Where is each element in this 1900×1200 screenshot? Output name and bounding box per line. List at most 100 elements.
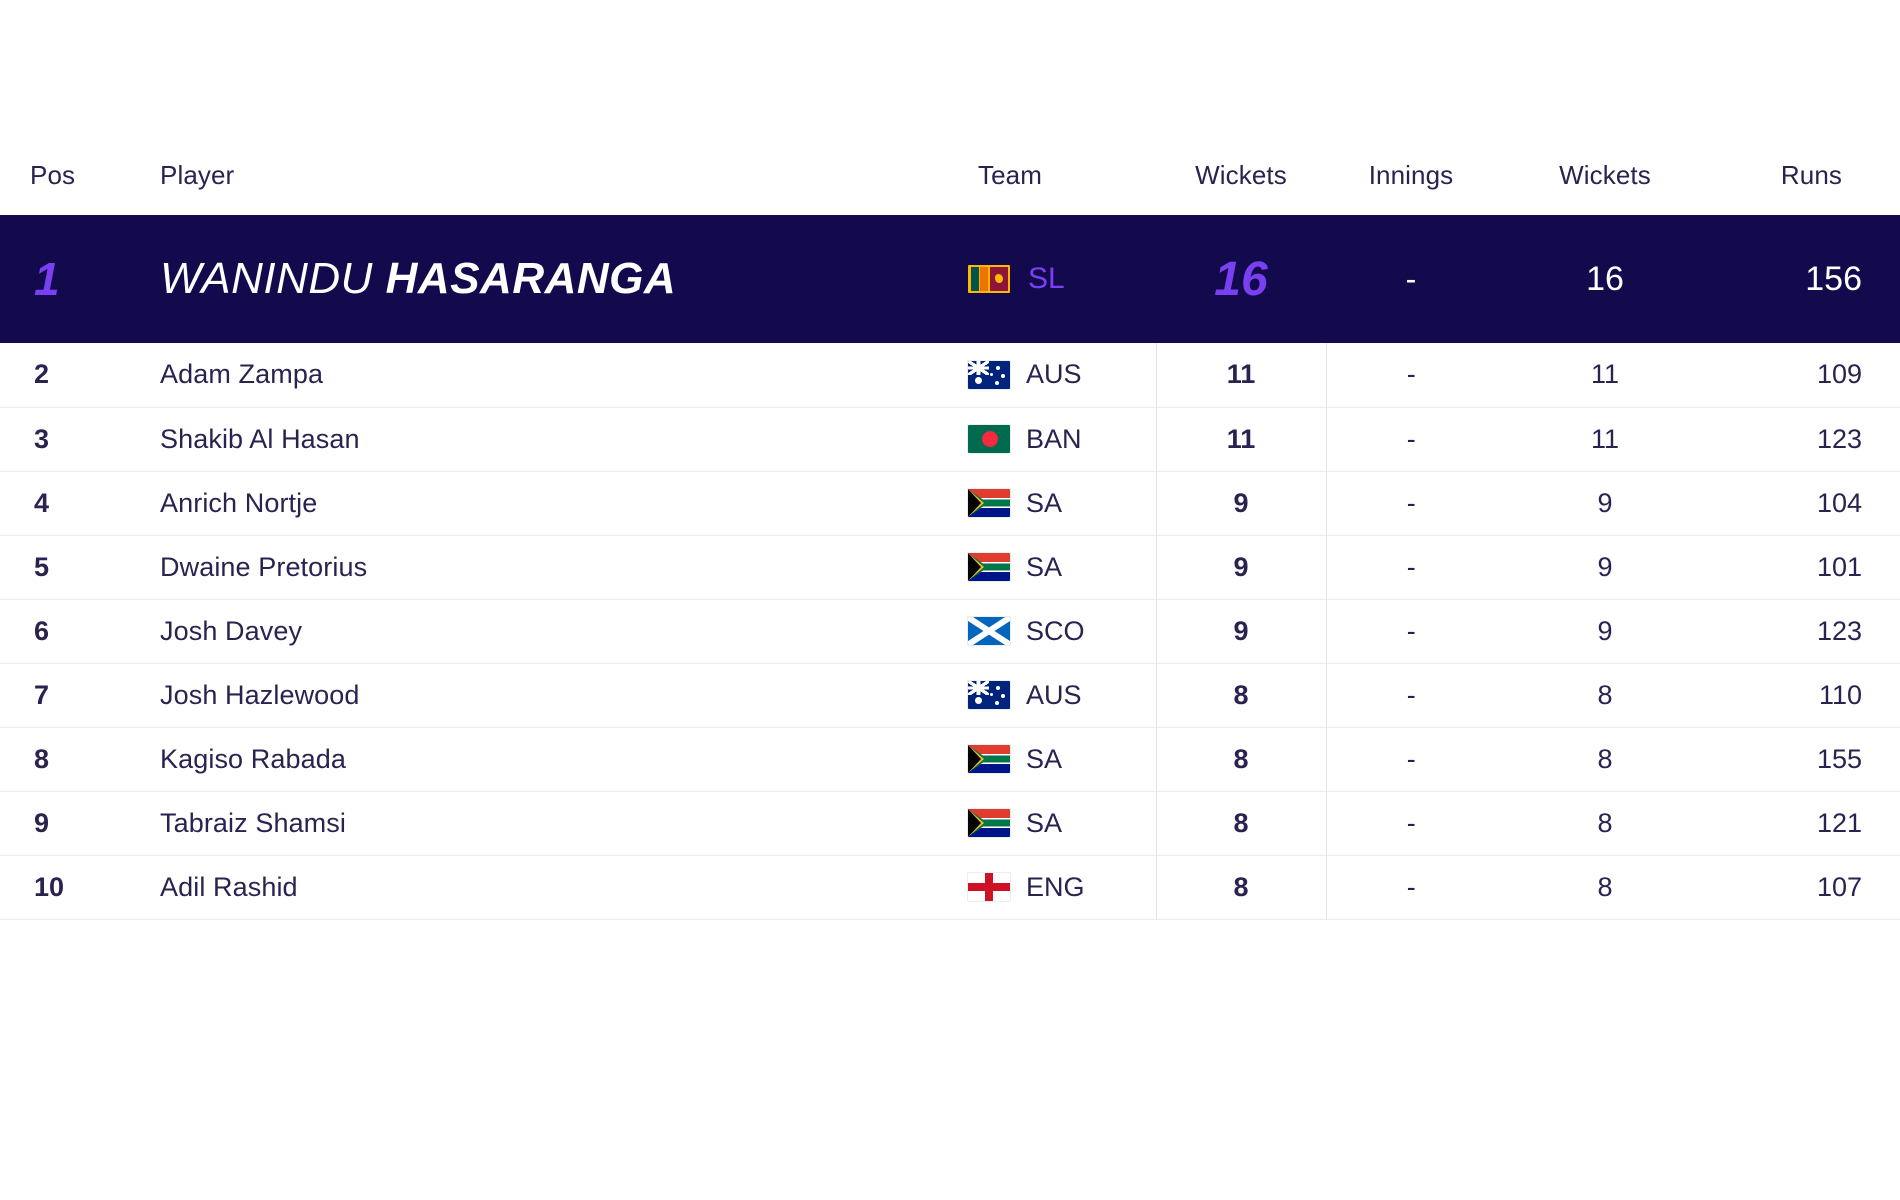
row-position: 3	[34, 423, 50, 454]
featured-position: 1	[34, 253, 60, 305]
column-header-player[interactable]: Player	[118, 160, 908, 215]
row-position: 7	[34, 679, 50, 710]
row-wickets: 11	[1155, 407, 1326, 471]
row-innings: -	[1325, 727, 1496, 791]
featured-wickets: 16	[1214, 252, 1268, 306]
featured-team: SL	[908, 215, 1156, 343]
row-wickets-2: 8	[1597, 679, 1613, 710]
featured-innings: -	[1405, 260, 1417, 297]
flag-sri-lanka-icon	[968, 265, 1010, 293]
row-position: 2	[34, 359, 50, 390]
row-team-code: SA	[1026, 743, 1063, 774]
row-innings: -	[1325, 343, 1496, 407]
table-header: Pos Player Team Wickets Innings Wickets …	[0, 160, 1900, 215]
column-header-innings[interactable]: Innings	[1326, 160, 1496, 215]
row-team: SCO	[908, 599, 1156, 663]
table-row[interactable]: 2 Adam Zampa AUS 11-11 109	[0, 343, 1900, 407]
table-row[interactable]: 3 Shakib Al Hasan BAN 11-11 123	[0, 407, 1900, 471]
row-team: SA	[908, 535, 1156, 599]
row-wickets-2: 11	[1590, 359, 1620, 390]
row-team: ENG	[908, 855, 1156, 919]
row-player-name: Tabraiz Shamsi	[160, 807, 346, 838]
row-position: 5	[34, 551, 50, 582]
row-team-code: BAN	[1026, 423, 1082, 454]
row-runs: 107	[1816, 871, 1862, 902]
row-wickets-2: 9	[1597, 551, 1613, 582]
row-wickets: 8	[1155, 855, 1326, 919]
table-row[interactable]: 8 Kagiso Rabada SA 8-8 155	[0, 727, 1900, 791]
row-wickets: 8	[1155, 727, 1326, 791]
flag-england-icon	[968, 873, 1010, 901]
row-innings: -	[1325, 535, 1496, 599]
row-player-name: Adil Rashid	[160, 871, 298, 902]
featured-player-first-name: WANINDU	[160, 254, 373, 303]
row-wickets: 8	[1155, 791, 1326, 855]
row-player-name: Anrich Nortje	[160, 487, 318, 518]
row-team: BAN	[908, 407, 1156, 471]
featured-team-code: SL	[1028, 262, 1065, 295]
row-wickets-2: 8	[1597, 871, 1613, 902]
row-wickets: 9	[1155, 535, 1326, 599]
column-header-runs[interactable]: Runs	[1714, 160, 1900, 215]
row-wickets-2: 9	[1597, 487, 1613, 518]
row-runs: 155	[1816, 743, 1862, 774]
featured-table-row[interactable]: 1 WANINDU HASARANGA SL 16 - 16 156	[0, 215, 1900, 343]
row-wickets-2: 9	[1597, 615, 1613, 646]
row-runs: 121	[1816, 807, 1862, 838]
row-team: AUS	[908, 663, 1156, 727]
flag-south-africa-icon	[968, 553, 1010, 581]
row-team-code: AUS	[1026, 359, 1082, 390]
row-wickets: 11	[1155, 343, 1326, 407]
column-header-team[interactable]: Team	[908, 160, 1156, 215]
row-innings: -	[1325, 663, 1496, 727]
row-player-name: Josh Hazlewood	[160, 679, 360, 710]
featured-runs: 156	[1805, 259, 1862, 298]
row-team-code: SA	[1026, 807, 1063, 838]
row-team: SA	[908, 791, 1156, 855]
featured-wickets-2: 16	[1586, 259, 1624, 298]
row-runs: 101	[1816, 551, 1862, 582]
row-position: 6	[34, 615, 50, 646]
flag-south-africa-icon	[968, 809, 1010, 837]
row-runs: 109	[1816, 359, 1862, 390]
flag-south-africa-icon	[968, 745, 1010, 773]
table-row[interactable]: 6 Josh Davey SCO 9-9 123	[0, 599, 1900, 663]
row-player-name: Dwaine Pretorius	[160, 551, 368, 582]
flag-australia-icon	[968, 360, 1010, 389]
header-row: Pos Player Team Wickets Innings Wickets …	[0, 160, 1900, 215]
column-header-wickets[interactable]: Wickets	[1156, 160, 1326, 215]
row-wickets-2: 8	[1597, 807, 1613, 838]
row-position: 4	[34, 487, 50, 518]
table-body: 1 WANINDU HASARANGA SL 16 - 16 156 2 Ada…	[0, 215, 1900, 919]
row-team-code: ENG	[1026, 871, 1085, 902]
row-innings: -	[1325, 855, 1496, 919]
row-team: SA	[908, 471, 1156, 535]
row-player-name: Adam Zampa	[160, 359, 324, 390]
row-innings: -	[1325, 791, 1496, 855]
table-row[interactable]: 10 Adil Rashid ENG 8-8 107	[0, 855, 1900, 919]
table-row[interactable]: 5 Dwaine Pretorius SA 9-9 101	[0, 535, 1900, 599]
column-header-wickets-2[interactable]: Wickets	[1496, 160, 1714, 215]
flag-bangladesh-icon	[968, 425, 1010, 453]
flag-scotland-icon	[968, 617, 1010, 645]
leaderboard-table-wrap: Pos Player Team Wickets Innings Wickets …	[0, 160, 1900, 920]
featured-player-last-name: HASARANGA	[385, 254, 677, 303]
bowling-leaderboard-table: Pos Player Team Wickets Innings Wickets …	[0, 160, 1900, 920]
row-runs: 123	[1816, 615, 1862, 646]
flag-australia-icon	[968, 681, 1010, 709]
table-row[interactable]: 9 Tabraiz Shamsi SA 8-8 121	[0, 791, 1900, 855]
row-wickets-2: 8	[1597, 743, 1613, 774]
table-row[interactable]: 4 Anrich Nortje SA 9-9 104	[0, 471, 1900, 535]
column-header-pos[interactable]: Pos	[0, 160, 118, 215]
row-position: 8	[34, 743, 50, 774]
row-wickets: 8	[1155, 663, 1326, 727]
row-team-code: SCO	[1026, 615, 1085, 646]
row-team-code: SA	[1026, 487, 1063, 518]
row-wickets-2: 11	[1590, 423, 1620, 454]
row-wickets: 9	[1155, 471, 1326, 535]
row-innings: -	[1325, 407, 1496, 471]
row-team-code: AUS	[1026, 679, 1082, 710]
row-position: 9	[34, 807, 50, 838]
table-row[interactable]: 7 Josh Hazlewood AUS 8-8 110	[0, 663, 1900, 727]
row-runs: 110	[1818, 679, 1862, 710]
